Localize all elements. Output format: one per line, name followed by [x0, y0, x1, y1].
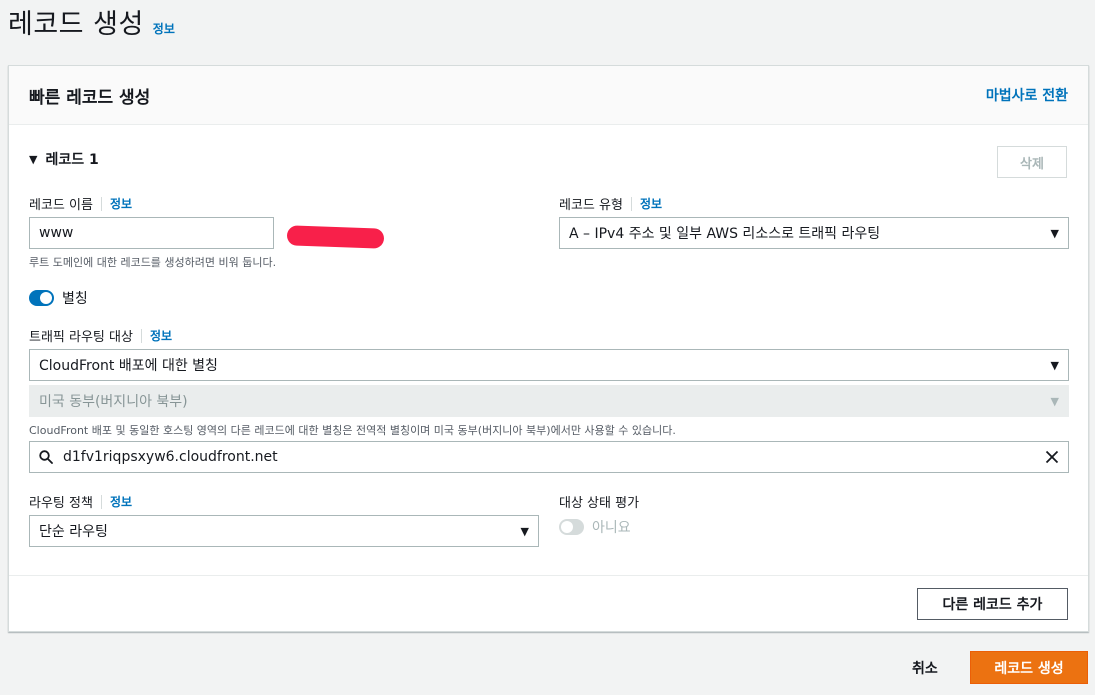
- panel-divider: [9, 575, 1088, 576]
- routing-policy-select[interactable]: 단순 라우팅 ▼: [29, 515, 539, 547]
- quick-create-panel: 빠른 레코드 생성 마법사로 전환 ▼ 레코드 1 삭제 레코드 이름 정보 w…: [8, 65, 1089, 632]
- resource-search-input[interactable]: d1fv1riqpsxyw6.cloudfront.net: [29, 441, 1069, 473]
- add-another-record-button[interactable]: 다른 레코드 추가: [917, 588, 1068, 620]
- record-type-label-row: 레코드 유형 정보: [559, 194, 662, 213]
- health-check-label: 대상 상태 평가: [559, 496, 640, 511]
- health-check-label-row: 대상 상태 평가: [559, 492, 639, 511]
- health-check-toggle: [559, 519, 584, 535]
- redaction-mark: [286, 225, 385, 249]
- caret-down-icon: ▼: [29, 152, 38, 166]
- divider: [140, 328, 142, 343]
- panel-title: 빠른 레코드 생성: [29, 87, 151, 108]
- record-type-label: 레코드 유형: [559, 198, 623, 213]
- route-target-label: 트래픽 라우팅 대상: [29, 330, 133, 345]
- delete-button[interactable]: 삭제: [997, 146, 1067, 178]
- record-name-input[interactable]: www: [29, 217, 274, 249]
- record-section-toggle[interactable]: ▼ 레코드 1: [29, 149, 99, 169]
- toggle-knob: [561, 521, 573, 533]
- record-name-info-link[interactable]: 정보: [110, 195, 132, 212]
- divider: [100, 196, 102, 211]
- switch-to-wizard-link[interactable]: 마법사로 전환: [986, 85, 1068, 105]
- page-info-link[interactable]: 정보: [153, 20, 175, 37]
- alias-toggle[interactable]: [29, 290, 54, 306]
- route-target-label-row: 트래픽 라우팅 대상 정보: [29, 326, 172, 345]
- record-name-label-row: 레코드 이름 정보: [29, 194, 132, 213]
- divider: [630, 196, 632, 211]
- dropdown-arrow-icon: ▼: [1050, 394, 1059, 408]
- divider: [100, 494, 102, 509]
- record-name-hint: 루트 도메인에 대한 레코드를 생성하려면 비워 둡니다.: [29, 256, 277, 269]
- create-records-button[interactable]: 레코드 생성: [970, 651, 1088, 684]
- clear-icon[interactable]: [1045, 450, 1059, 464]
- health-check-value: 아니요: [592, 520, 631, 536]
- toggle-knob: [40, 292, 52, 304]
- routing-policy-label: 라우팅 정책: [29, 496, 93, 511]
- record-type-select[interactable]: A – IPv4 주소 및 일부 AWS 리소스로 트래픽 라우팅 ▼: [559, 217, 1069, 249]
- dropdown-arrow-icon: ▼: [520, 524, 529, 538]
- region-select: 미국 동부(버지니아 북부) ▼: [29, 385, 1069, 417]
- endpoint-value: CloudFront 배포에 대한 별칭: [39, 358, 218, 374]
- page-header: 레코드 생성 정보: [8, 2, 175, 41]
- routing-policy-value: 단순 라우팅: [39, 524, 108, 540]
- dropdown-arrow-icon: ▼: [1050, 358, 1059, 372]
- routing-policy-info-link[interactable]: 정보: [110, 493, 132, 510]
- panel-header: 빠른 레코드 생성 마법사로 전환: [9, 66, 1088, 125]
- record-name-label: 레코드 이름: [29, 198, 93, 213]
- region-value: 미국 동부(버지니아 북부): [39, 394, 188, 410]
- routing-policy-label-row: 라우팅 정책 정보: [29, 492, 132, 511]
- dropdown-arrow-icon: ▼: [1050, 226, 1059, 240]
- route-target-hint: CloudFront 배포 및 동일한 호스팅 영역의 다른 레코드에 대한 별…: [29, 424, 676, 437]
- alias-label: 별칭: [62, 291, 88, 307]
- route-target-info-link[interactable]: 정보: [150, 327, 172, 344]
- health-check-toggle-row: 아니요: [559, 517, 631, 537]
- record-section-title: 레코드 1: [45, 152, 99, 168]
- endpoint-select[interactable]: CloudFront 배포에 대한 별칭 ▼: [29, 349, 1069, 381]
- cancel-button[interactable]: 취소: [912, 658, 938, 678]
- record-type-value: A – IPv4 주소 및 일부 AWS 리소스로 트래픽 라우팅: [569, 226, 881, 242]
- alias-toggle-row[interactable]: 별칭: [29, 288, 88, 308]
- record-type-info-link[interactable]: 정보: [640, 195, 662, 212]
- resource-search-value: d1fv1riqpsxyw6.cloudfront.net: [63, 449, 278, 465]
- page-title: 레코드 생성: [8, 9, 144, 40]
- search-icon: [39, 450, 53, 464]
